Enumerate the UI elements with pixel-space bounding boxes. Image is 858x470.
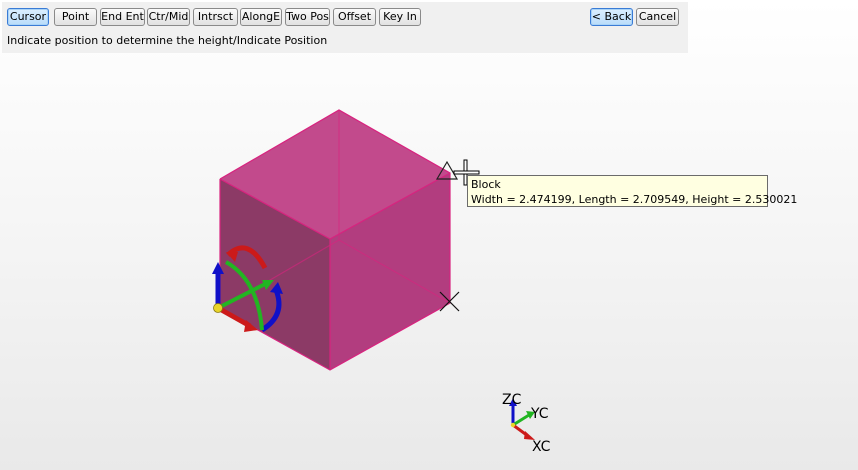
graphics-viewport[interactable]: ZC YC XC bbox=[0, 0, 858, 470]
xc-label: XC bbox=[532, 439, 551, 455]
yc-label: YC bbox=[530, 406, 549, 422]
tooltip-title: Block bbox=[471, 178, 501, 191]
tooltip-dimensions: Width = 2.474199, Length = 2.709549, Hei… bbox=[471, 193, 798, 206]
block-tooltip: Block Width = 2.474199, Length = 2.70954… bbox=[467, 175, 798, 207]
wcs-triad: ZC YC XC bbox=[502, 392, 551, 455]
zc-label: ZC bbox=[502, 392, 522, 408]
origin-handle[interactable] bbox=[213, 303, 223, 313]
block-solid[interactable] bbox=[219, 109, 451, 371]
